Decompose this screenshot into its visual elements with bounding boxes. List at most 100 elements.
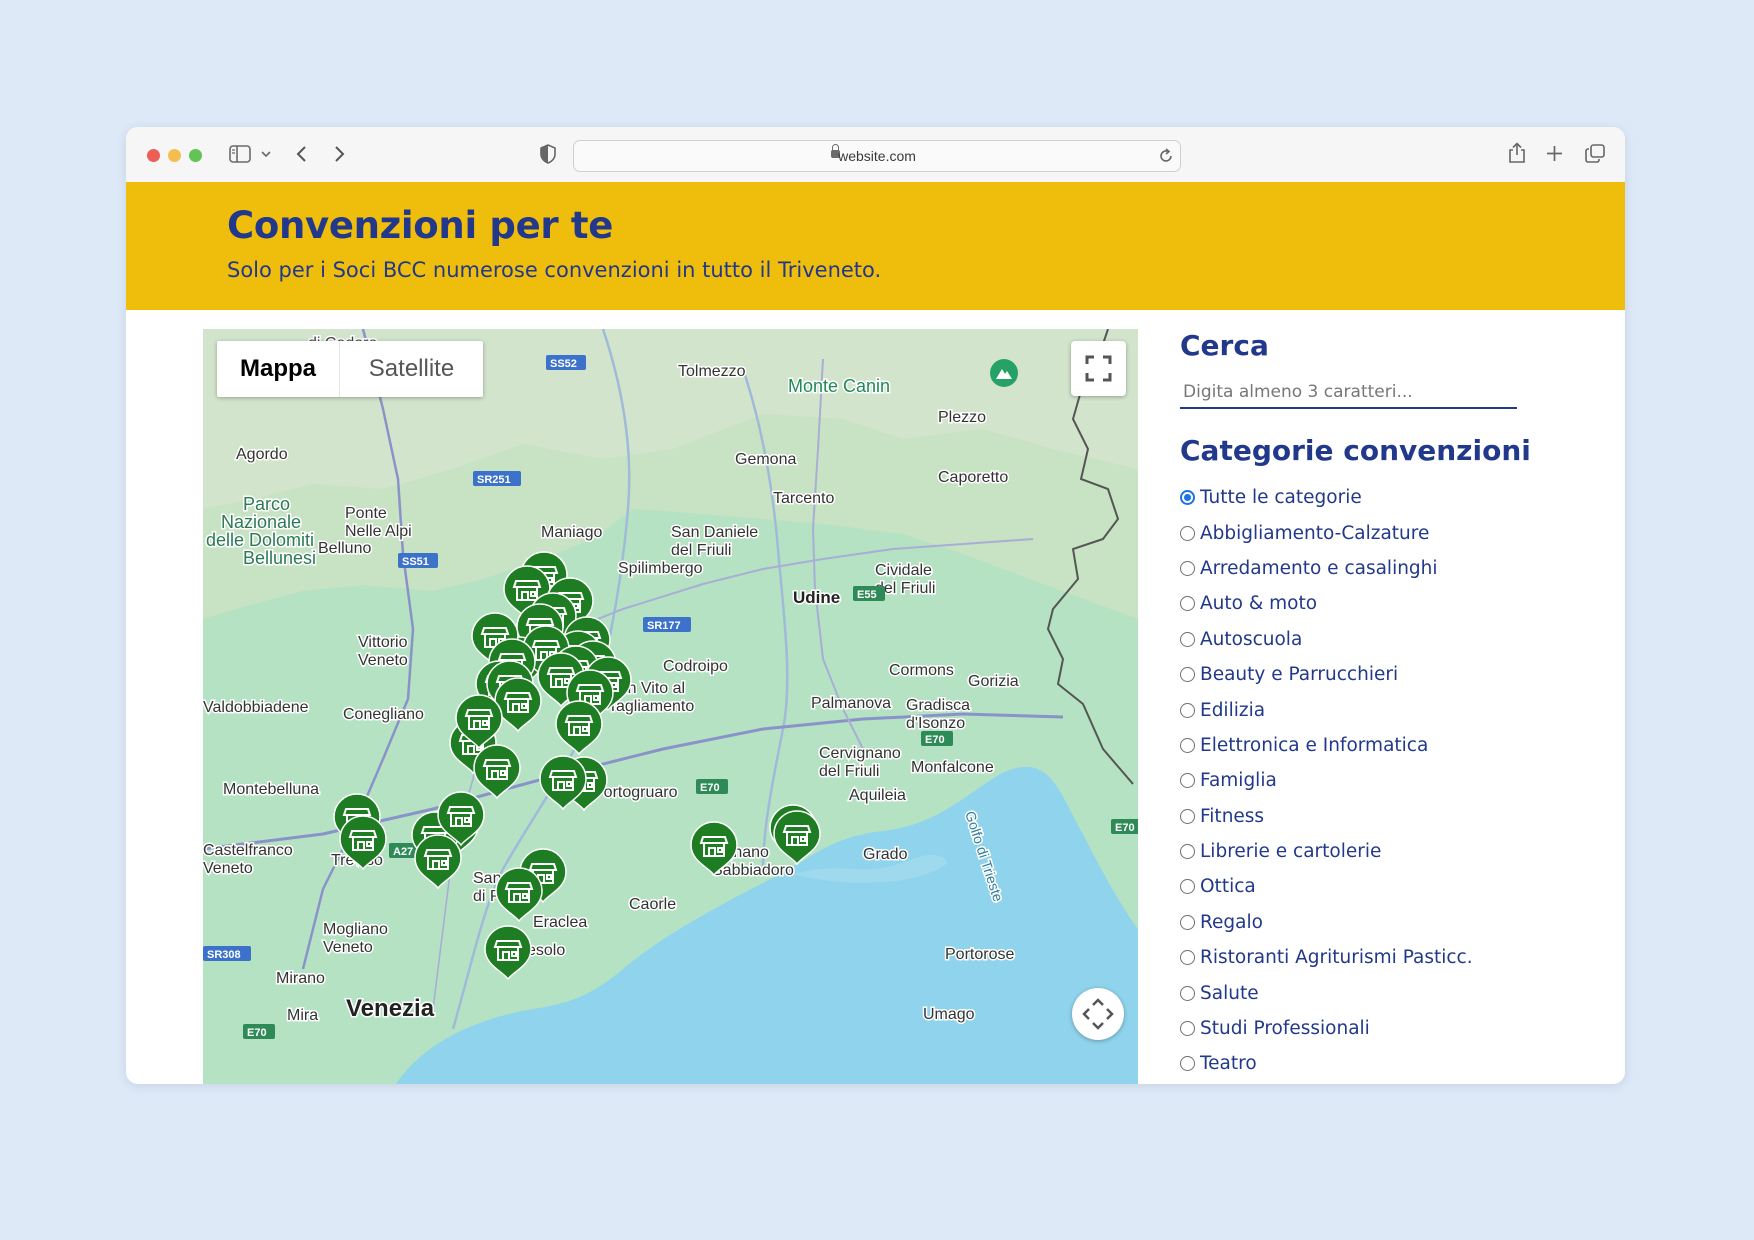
svg-text:SS51: SS51 <box>402 556 429 568</box>
map-place-label: Mirano <box>276 970 325 987</box>
share-icon[interactable] <box>1508 142 1526 164</box>
search-title: Cerca <box>1180 329 1269 362</box>
map-type-toggle[interactable]: Mappa Satellite <box>217 341 483 397</box>
url-text: website.com <box>838 148 916 164</box>
svg-text:A27: A27 <box>393 846 413 858</box>
map-place-label: Belluno <box>318 540 371 557</box>
chevron-down-icon[interactable] <box>261 151 271 158</box>
category-option[interactable]: Famiglia <box>1180 763 1625 798</box>
road-shield: E70 <box>921 731 953 746</box>
camera-control-button[interactable] <box>1072 988 1124 1040</box>
map-place-label: Venezia <box>346 995 435 1022</box>
category-option[interactable]: Edilizia <box>1180 692 1625 727</box>
close-window-button[interactable] <box>147 149 160 162</box>
category-radio[interactable] <box>1180 914 1195 930</box>
filter-sidebar: Cerca Categorie convenzioni Tutte le cat… <box>1180 329 1625 1084</box>
svg-text:E55: E55 <box>857 589 877 601</box>
category-option[interactable]: Studi Professionali <box>1180 1011 1625 1046</box>
category-radio[interactable] <box>1180 985 1195 1001</box>
page-subtitle: Solo per i Soci BCC numerose convenzioni… <box>227 258 882 282</box>
map-place-label: Tarcento <box>773 490 834 507</box>
map-place-label: Grado <box>863 846 908 863</box>
category-option[interactable]: Salute <box>1180 975 1625 1010</box>
category-option[interactable]: Beauty e Parrucchieri <box>1180 657 1625 692</box>
category-label: Famiglia <box>1200 770 1277 792</box>
shield-icon[interactable] <box>540 144 556 164</box>
sidebar-icon[interactable] <box>229 145 251 163</box>
category-label: Autoscuola <box>1200 628 1303 650</box>
category-radio[interactable] <box>1180 667 1195 683</box>
category-option[interactable]: Arredamento e casalinghi <box>1180 551 1625 586</box>
map-place-label: Portorose <box>945 946 1014 963</box>
road-shield: SR177 <box>643 617 691 632</box>
map-type-satellite-button[interactable]: Satellite <box>340 341 483 397</box>
category-label: Librerie e cartolerie <box>1200 841 1382 863</box>
category-option[interactable]: Abbigliamento-Calzature <box>1180 515 1625 550</box>
category-label: Auto & moto <box>1200 593 1318 615</box>
category-radio[interactable] <box>1180 1056 1195 1072</box>
category-option[interactable]: Auto & moto <box>1180 586 1625 621</box>
category-radio[interactable] <box>1180 490 1195 506</box>
category-radio[interactable] <box>1180 631 1195 647</box>
category-radio[interactable] <box>1180 525 1195 541</box>
fullscreen-icon <box>1085 355 1112 382</box>
zoom-window-button[interactable] <box>189 149 202 162</box>
category-option[interactable]: Regalo <box>1180 905 1625 940</box>
category-radio[interactable] <box>1180 596 1195 612</box>
camera-control-icon <box>1082 998 1114 1030</box>
fullscreen-button[interactable] <box>1071 341 1126 396</box>
svg-text:E70: E70 <box>700 782 720 794</box>
category-label: Studi Professionali <box>1200 1018 1370 1040</box>
map-place-label: Agordo <box>236 446 288 463</box>
svg-text:E70: E70 <box>1115 822 1135 834</box>
back-icon[interactable] <box>296 145 308 163</box>
search-input[interactable] <box>1180 377 1517 409</box>
map-place-label: Gemona <box>735 451 796 468</box>
tabs-overview-icon[interactable] <box>1585 144 1605 163</box>
map-place-label: Monfalcone <box>911 759 994 776</box>
category-label: Beauty e Parrucchieri <box>1200 664 1399 686</box>
hero-banner: Convenzioni per te Solo per i Soci BCC n… <box>126 182 1625 310</box>
category-option[interactable]: Ristoranti Agriturismi Pasticc. <box>1180 940 1625 975</box>
category-radio[interactable] <box>1180 844 1195 860</box>
map-place-label: Caorle <box>629 896 676 913</box>
category-radio[interactable] <box>1180 737 1195 753</box>
svg-text:SR251: SR251 <box>477 474 511 486</box>
browser-toolbar: website.com <box>126 127 1625 183</box>
category-label: Ristoranti Agriturismi Pasticc. <box>1200 947 1473 969</box>
category-radio[interactable] <box>1180 950 1195 966</box>
address-bar[interactable]: website.com <box>573 140 1181 172</box>
category-option[interactable]: Autoscuola <box>1180 622 1625 657</box>
map-view[interactable]: di Cadoredi CadoreTolmezzoMonte CaninPle… <box>203 329 1138 1084</box>
category-radio[interactable] <box>1180 1021 1195 1037</box>
category-label: Abbigliamento-Calzature <box>1200 522 1430 544</box>
reload-icon[interactable] <box>1158 148 1174 164</box>
category-option[interactable]: Tutte le categorie <box>1180 480 1625 515</box>
category-radio[interactable] <box>1180 560 1195 576</box>
svg-text:E70: E70 <box>925 734 945 746</box>
category-option[interactable]: Fitness <box>1180 799 1625 834</box>
road-shield: SR251 <box>473 471 521 486</box>
forward-icon[interactable] <box>333 145 345 163</box>
map-place-label: Valdobbiadene <box>203 699 309 716</box>
category-label: Regalo <box>1200 911 1263 933</box>
map-place-label: Vittorio Veneto <box>358 634 408 669</box>
category-label: Elettronica e Informatica <box>1200 734 1429 756</box>
category-radio[interactable] <box>1180 879 1195 895</box>
category-option[interactable]: Elettronica e Informatica <box>1180 728 1625 763</box>
map-type-map-button[interactable]: Mappa <box>217 341 339 397</box>
category-radio[interactable] <box>1180 702 1195 718</box>
map-canvas[interactable]: di Cadoredi CadoreTolmezzoMonte CaninPle… <box>203 329 1138 1084</box>
category-option[interactable] <box>1180 1082 1625 1084</box>
category-option[interactable]: Teatro <box>1180 1046 1625 1081</box>
map-place-label: Udine <box>793 588 840 607</box>
new-tab-icon[interactable] <box>1546 145 1563 162</box>
page-title: Convenzioni per te <box>227 204 614 247</box>
map-place-label: Eraclea <box>533 914 587 931</box>
category-label: Tutte le categorie <box>1200 487 1362 509</box>
category-radio[interactable] <box>1180 808 1195 824</box>
category-option[interactable]: Librerie e cartolerie <box>1180 834 1625 869</box>
minimize-window-button[interactable] <box>168 149 181 162</box>
category-radio[interactable] <box>1180 773 1195 789</box>
category-option[interactable]: Ottica <box>1180 869 1625 904</box>
